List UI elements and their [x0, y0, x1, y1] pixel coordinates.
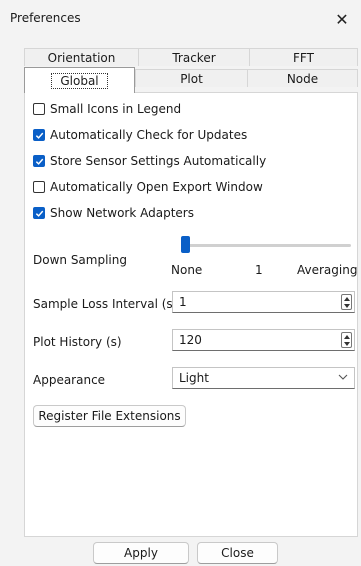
- tab-plot[interactable]: Plot: [135, 69, 247, 87]
- spin-up-icon: [343, 296, 350, 301]
- plot-history-label: Plot History (s): [33, 335, 122, 349]
- option-export-window[interactable]: Automatically Open Export Window: [33, 178, 263, 196]
- window-title: Preferences: [10, 11, 81, 25]
- tick-none: None: [171, 263, 203, 277]
- tab-fft[interactable]: FFT: [249, 48, 358, 66]
- option-network-adapters[interactable]: Show Network Adapters: [33, 204, 194, 222]
- option-small-icons[interactable]: Small Icons in Legend: [33, 100, 181, 118]
- tab-tracker[interactable]: Tracker: [138, 48, 249, 66]
- option-store-sensor[interactable]: Store Sensor Settings Automatically: [33, 152, 266, 170]
- checkbox[interactable]: [33, 207, 45, 219]
- tab-node[interactable]: Node: [247, 69, 358, 87]
- checkbox[interactable]: [33, 181, 45, 193]
- sample-loss-input[interactable]: 1: [172, 291, 355, 313]
- close-icon[interactable]: ✕: [323, 0, 361, 38]
- tab-orientation[interactable]: Orientation: [24, 48, 138, 66]
- plot-history-input[interactable]: 120: [172, 329, 355, 351]
- option-label: Automatically Open Export Window: [50, 180, 263, 194]
- option-label: Automatically Check for Updates: [50, 128, 248, 142]
- appearance-label: Appearance: [33, 373, 106, 387]
- chevron-down-icon: [338, 374, 348, 380]
- register-file-extensions-button[interactable]: Register File Extensions: [33, 405, 186, 427]
- check-icon: [35, 210, 43, 217]
- option-label: Small Icons in Legend: [50, 102, 182, 116]
- apply-button[interactable]: Apply: [93, 542, 189, 564]
- option-label: Store Sensor Settings Automatically: [50, 154, 267, 168]
- checkbox[interactable]: [33, 103, 45, 115]
- tab-strip: Orientation Tracker FFT Plot Node Global: [24, 48, 358, 93]
- spin-down-icon: [343, 303, 350, 308]
- down-sampling-label: Down Sampling: [33, 253, 127, 267]
- spin-up-icon: [343, 334, 350, 339]
- slider-thumb[interactable]: [181, 236, 190, 253]
- tick-1: 1: [255, 263, 263, 277]
- title-bar: Preferences ✕: [0, 0, 361, 38]
- appearance-select[interactable]: Light: [172, 367, 355, 389]
- check-icon: [35, 132, 43, 139]
- spin-down-icon: [343, 341, 350, 346]
- global-panel: Small Icons in Legend Automatically Chec…: [24, 92, 358, 537]
- close-button[interactable]: Close: [197, 542, 278, 564]
- option-label: Show Network Adapters: [50, 206, 194, 220]
- check-icon: [35, 158, 43, 165]
- tick-averaging: Averaging: [297, 263, 358, 277]
- spin-buttons[interactable]: [341, 332, 352, 348]
- spin-buttons[interactable]: [341, 294, 352, 310]
- checkbox[interactable]: [33, 129, 45, 141]
- sample-loss-label: Sample Loss Interval (s): [33, 297, 178, 311]
- tab-global[interactable]: Global: [24, 67, 135, 93]
- option-auto-updates[interactable]: Automatically Check for Updates: [33, 126, 247, 144]
- down-sampling-slider[interactable]: [181, 244, 351, 247]
- checkbox[interactable]: [33, 155, 45, 167]
- preferences-window: Preferences ✕ Orientation Tracker FFT Pl…: [0, 0, 361, 566]
